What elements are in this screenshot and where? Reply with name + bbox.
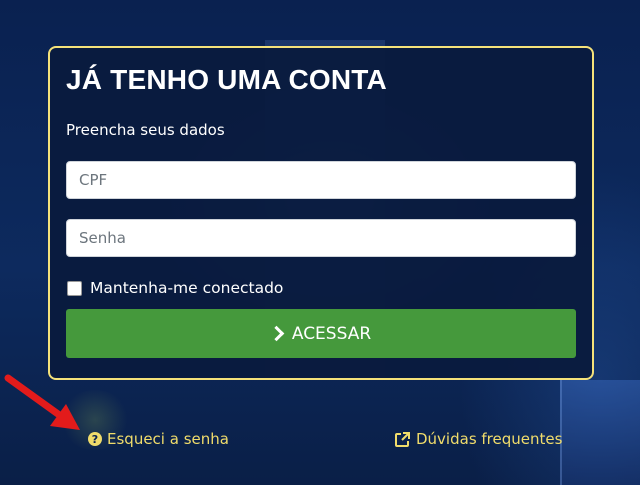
remember-me-label[interactable]: Mantenha-me conectado: [90, 279, 283, 297]
login-subtitle: Preencha seus dados: [66, 121, 225, 139]
chevron-right-icon: [268, 325, 285, 342]
remember-me-checkbox[interactable]: [67, 280, 82, 296]
faq-link[interactable]: Dúvidas frequentes: [394, 430, 562, 448]
forgot-password-label: Esqueci a senha: [107, 430, 229, 448]
remember-me[interactable]: Mantenha-me conectado: [67, 279, 283, 297]
cpf-input[interactable]: [66, 161, 576, 199]
background-building: [560, 380, 640, 485]
forgot-password-link[interactable]: ? Esqueci a senha: [88, 430, 229, 448]
login-title: JÁ TENHO UMA CONTA: [66, 64, 387, 95]
senha-input[interactable]: [66, 219, 576, 257]
faq-label: Dúvidas frequentes: [416, 430, 563, 448]
acessar-button-label: ACESSAR: [291, 323, 372, 344]
acessar-button[interactable]: ACESSAR: [66, 309, 576, 358]
red-arrow-annotation: [4, 374, 80, 430]
external-link-icon: [394, 431, 411, 448]
login-card: JÁ TENHO UMA CONTA Preencha seus dados M…: [48, 46, 594, 380]
